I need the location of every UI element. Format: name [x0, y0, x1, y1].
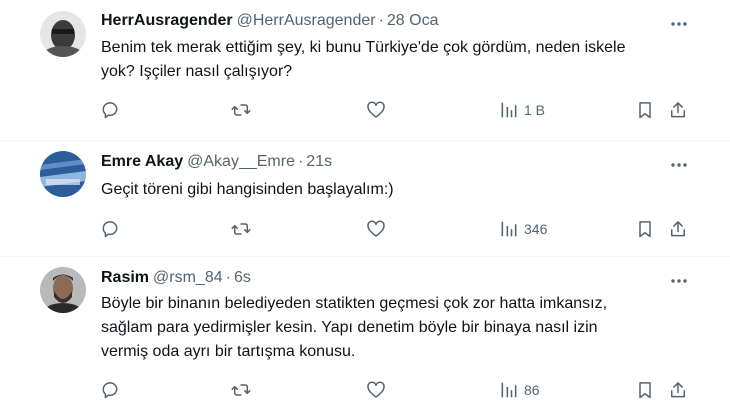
more-icon[interactable]: [668, 270, 690, 292]
reply-icon: [102, 382, 118, 399]
bookmark-button[interactable]: [635, 99, 655, 121]
retweet-button[interactable]: [231, 218, 251, 240]
tweet[interactable]: Rasim @rsm_84 · 6s Böyle bir binanın beledi…: [0, 257, 730, 420]
tweet-text-line: Böyle bir binanın belediyeden statikten …: [101, 295, 608, 312]
like-icon: [367, 220, 385, 237]
share-icon: [671, 221, 685, 237]
views-icon: [501, 382, 517, 398]
view-count: 346: [524, 221, 548, 237]
share-button[interactable]: [668, 218, 688, 240]
reply-icon: [102, 221, 118, 238]
like-button[interactable]: [366, 379, 386, 401]
tweet-text-line: sağlam para yedirmişler kesin. Yapı dene…: [101, 319, 598, 336]
share-icon: [671, 102, 685, 118]
tweet-text: Benim tek merak ettiğim şey, ki bunu Tür…: [101, 36, 690, 84]
tweet-text-line: Geçit töreni gibi hangisinden başlayalım…: [101, 181, 394, 198]
share-button[interactable]: [668, 99, 688, 121]
timestamp[interactable]: 6s: [234, 269, 251, 286]
tweet-text: Geçit töreni gibi hangisinden başlayalım…: [101, 178, 690, 202]
share-button[interactable]: [668, 379, 688, 401]
reply-icon: [102, 102, 118, 119]
retweet-icon: [231, 384, 251, 396]
tweet[interactable]: HerrAusragender @HerrAusragender · 28 Oca B…: [0, 0, 730, 141]
like-icon: [367, 101, 385, 118]
author-handle[interactable]: @HerrAusragender: [237, 12, 376, 29]
bookmark-icon: [639, 102, 651, 119]
tweet-text: Böyle bir binanın belediyeden statikten …: [101, 292, 690, 364]
author-name[interactable]: HerrAusragender: [101, 12, 233, 29]
more-icon[interactable]: [668, 13, 690, 35]
tweet-header: Rasim @rsm_84 · 6s: [101, 269, 251, 287]
tweet-actions: 346: [0, 218, 730, 240]
separator: ·: [378, 12, 384, 29]
separator: ·: [225, 269, 231, 286]
bookmark-button[interactable]: [635, 379, 655, 401]
author-handle[interactable]: @rsm_84: [153, 269, 223, 286]
like-button[interactable]: [366, 218, 386, 240]
bookmark-button[interactable]: [635, 218, 655, 240]
views-button[interactable]: 86: [499, 379, 540, 401]
bookmark-icon: [639, 221, 651, 238]
tweet-header: Emre Akay @Akay__Emre · 21s: [101, 153, 332, 171]
share-icon: [671, 382, 685, 398]
retweet-button[interactable]: [231, 379, 251, 401]
like-icon: [367, 381, 385, 398]
tweet-text-line: yok? Işçiler nasıl çalışıyor?: [101, 63, 293, 80]
like-button[interactable]: [366, 99, 386, 121]
views-icon: [501, 221, 517, 237]
retweet-icon: [231, 223, 251, 235]
tweet-actions: 1 B: [0, 99, 730, 121]
views-button[interactable]: 346: [499, 218, 547, 240]
reply-button[interactable]: [100, 99, 120, 121]
retweet-icon: [231, 104, 251, 116]
tweet[interactable]: Emre Akay @Akay__Emre · 21s Geçit töreni gi…: [0, 141, 730, 257]
view-count: 86: [524, 382, 540, 398]
view-count: 1 B: [524, 102, 546, 118]
timestamp[interactable]: 28 Oca: [387, 12, 439, 29]
retweet-button[interactable]: [231, 99, 251, 121]
reply-button[interactable]: [100, 218, 120, 240]
author-handle[interactable]: @Akay__Emre: [187, 153, 295, 170]
views-icon: [501, 102, 517, 118]
separator: ·: [297, 153, 304, 170]
avatar[interactable]: [40, 267, 86, 313]
tweet-text-line: Benim tek merak ettiğim şey, ki bunu Tür…: [101, 39, 626, 56]
author-name[interactable]: Emre Akay: [101, 153, 183, 170]
tweet-text-line: vermiş oda ayrı bir tartışma konusu.: [101, 343, 356, 360]
bookmark-icon: [639, 382, 651, 399]
views-button[interactable]: 1 B: [499, 99, 545, 121]
author-name[interactable]: Rasim: [101, 269, 149, 286]
reply-button[interactable]: [100, 379, 120, 401]
avatar[interactable]: [40, 151, 86, 197]
reply-feed: HerrAusragender @HerrAusragender · 28 Oca B…: [0, 0, 730, 420]
more-icon[interactable]: [668, 154, 690, 176]
avatar[interactable]: [40, 11, 86, 57]
tweet-header: HerrAusragender @HerrAusragender · 28 Oca: [101, 12, 439, 30]
timestamp[interactable]: 21s: [306, 153, 332, 170]
tweet-actions: 86: [0, 379, 730, 401]
